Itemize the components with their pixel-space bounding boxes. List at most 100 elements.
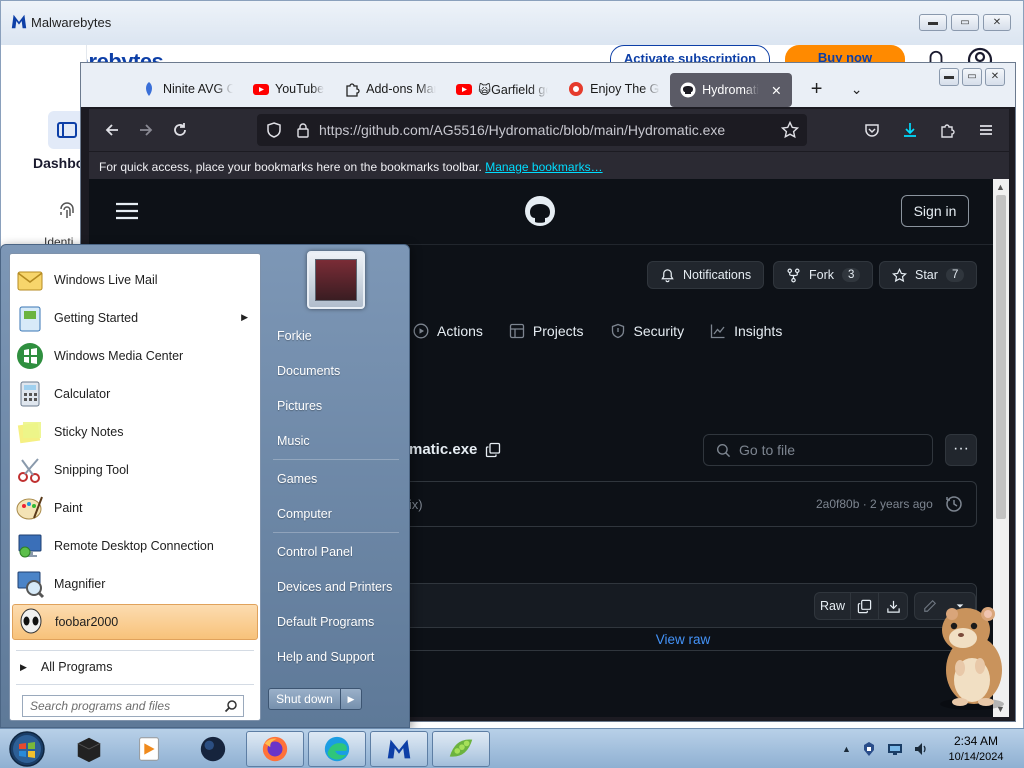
sign-in-button[interactable]: Sign in [901, 195, 969, 227]
start-item-calculator[interactable]: Calculator [12, 376, 258, 412]
menu-button[interactable] [969, 113, 1003, 147]
download-raw-button[interactable] [879, 593, 907, 619]
shutdown-options-icon[interactable]: ▶ [341, 689, 361, 709]
show-hidden-icons-icon[interactable]: ▲ [842, 744, 851, 754]
forward-button[interactable] [129, 113, 163, 147]
fingerprint-icon[interactable] [55, 199, 79, 223]
downloads-button[interactable] [893, 113, 927, 147]
action-center-icon[interactable] [861, 741, 877, 757]
volume-icon[interactable] [913, 741, 929, 757]
list-all-tabs-button[interactable]: ⌄ [842, 81, 872, 98]
raw-button[interactable]: Raw [815, 593, 851, 619]
star-icon [892, 267, 907, 282]
search-icon[interactable] [224, 699, 238, 713]
history-icon[interactable] [944, 494, 964, 514]
tab-actions[interactable]: Actions [413, 323, 483, 339]
tab-ninite[interactable]: Ninite AVG Cl [131, 71, 243, 107]
start-right-computer[interactable]: Computer [277, 507, 332, 521]
commit-meta[interactable]: 2a0f80b · 2 years ago [816, 497, 933, 511]
tab-garfield[interactable]: 🙀Garfield go [446, 71, 558, 107]
copy-icon[interactable] [485, 442, 501, 458]
tab-youtube[interactable]: YouTube [243, 71, 334, 107]
tab-addons[interactable]: Add-ons Man [334, 71, 446, 107]
start-item-magnifier[interactable]: Magnifier [12, 566, 258, 602]
all-programs-button[interactable]: ▶ All Programs [20, 660, 112, 674]
star-button[interactable]: Star 7 [879, 261, 978, 289]
maximize-button[interactable]: ▭ [962, 68, 982, 86]
pocket-button[interactable] [855, 113, 889, 147]
shutdown-button-group: Shut down ▶ [268, 688, 362, 710]
more-options-button[interactable]: ··· [945, 434, 977, 466]
network-icon[interactable] [887, 741, 903, 757]
manage-bookmarks-link[interactable]: Manage bookmarks… [485, 160, 602, 174]
close-tab-icon[interactable]: ✕ [771, 83, 781, 98]
tab-insights[interactable]: Insights [710, 323, 782, 339]
url-bar[interactable]: https://github.com/AG5516/Hydromatic/blo… [257, 114, 807, 146]
start-right-user-folder[interactable]: Forkie [277, 329, 312, 343]
taskbar-app-edge[interactable] [308, 731, 366, 767]
start-item-snipping-tool[interactable]: Snipping Tool [12, 452, 258, 488]
extensions-button[interactable] [931, 113, 965, 147]
taskbar-app-media-player[interactable] [120, 731, 178, 767]
scrollbar-thumb[interactable] [996, 195, 1006, 519]
start-item-sticky-notes[interactable]: Sticky Notes [12, 414, 258, 450]
hamster-gadget[interactable] [930, 600, 1012, 712]
notifications-button[interactable]: Notifications [647, 261, 765, 289]
url-text[interactable]: https://github.com/AG5516/Hydromatic/blo… [319, 122, 725, 138]
taskbar-app-firefox[interactable] [246, 731, 304, 767]
start-right-control-panel[interactable]: Control Panel [277, 545, 353, 559]
start-right-pictures[interactable]: Pictures [277, 399, 322, 413]
scroll-up-icon[interactable]: ▲ [996, 182, 1005, 192]
tab-label: Projects [532, 323, 584, 339]
back-button[interactable] [95, 113, 129, 147]
hamburger-icon[interactable] [115, 201, 139, 221]
user-picture[interactable] [307, 251, 365, 309]
tab-enjoy-game[interactable]: Enjoy The Ga [558, 71, 670, 107]
start-item-foobar2000[interactable]: foobar2000 [12, 604, 258, 640]
tab-hydromatic[interactable]: Hydromati ✕ [670, 73, 792, 107]
start-right-games[interactable]: Games [277, 472, 317, 486]
start-item-windows-media-center[interactable]: Windows Media Center [12, 338, 258, 374]
copy-raw-button[interactable] [851, 593, 879, 619]
minimize-button[interactable]: ▬ [919, 14, 947, 31]
tab-security[interactable]: Security [610, 323, 684, 339]
minimize-button[interactable]: ▬ [939, 68, 959, 86]
github-header: Sign in [89, 179, 993, 245]
close-button[interactable]: ✕ [985, 68, 1005, 86]
go-to-file-input[interactable]: Go to file [703, 434, 933, 466]
new-tab-button[interactable]: + [802, 78, 832, 101]
start-right-documents[interactable]: Documents [277, 364, 340, 378]
tab-projects[interactable]: Projects [509, 323, 584, 339]
bookmark-star-icon[interactable] [781, 121, 799, 139]
malwarebytes-titlebar[interactable]: Malwarebytes ▬ ▭ ✕ [1, 1, 1023, 45]
tab-label: Ninite AVG Cl [163, 82, 233, 96]
shield-icon[interactable] [265, 121, 283, 139]
lock-icon[interactable] [295, 122, 311, 138]
start-right-devices-printers[interactable]: Devices and Printers [277, 580, 392, 594]
game-icon [568, 81, 584, 97]
view-raw-link[interactable]: View raw [390, 632, 976, 647]
sidebar-item-dashboard[interactable]: Dashbo [33, 155, 84, 171]
clock[interactable]: 2:34 AM 10/14/2024 [934, 733, 1018, 765]
start-item-windows-live-mail[interactable]: Windows Live Mail [12, 262, 258, 298]
fork-button[interactable]: Fork 3 [773, 261, 874, 289]
taskbar-app-malwarebytes[interactable] [370, 731, 428, 767]
graph-icon [710, 324, 725, 339]
taskbar-app-blue-ball[interactable] [184, 731, 242, 767]
start-right-music[interactable]: Music [277, 434, 310, 448]
taskbar-app-peas[interactable] [432, 731, 490, 767]
start-item-getting-started[interactable]: Getting Started ▶ [12, 300, 258, 336]
reload-button[interactable] [163, 113, 197, 147]
shutdown-button[interactable]: Shut down [269, 689, 341, 709]
github-logo-icon[interactable] [524, 195, 556, 227]
start-item-remote-desktop-connection[interactable]: Remote Desktop Connection [12, 528, 258, 564]
calculator-icon [20, 381, 40, 407]
taskbar-app-black[interactable] [60, 731, 118, 767]
start-item-paint[interactable]: Paint [12, 490, 258, 526]
maximize-button[interactable]: ▭ [951, 14, 979, 31]
start-search-input[interactable]: Search programs and files [22, 695, 244, 717]
start-right-help-support[interactable]: Help and Support [277, 650, 374, 664]
start-right-default-programs[interactable]: Default Programs [277, 615, 374, 629]
close-button[interactable]: ✕ [983, 14, 1011, 31]
start-orb-icon[interactable] [6, 730, 48, 768]
